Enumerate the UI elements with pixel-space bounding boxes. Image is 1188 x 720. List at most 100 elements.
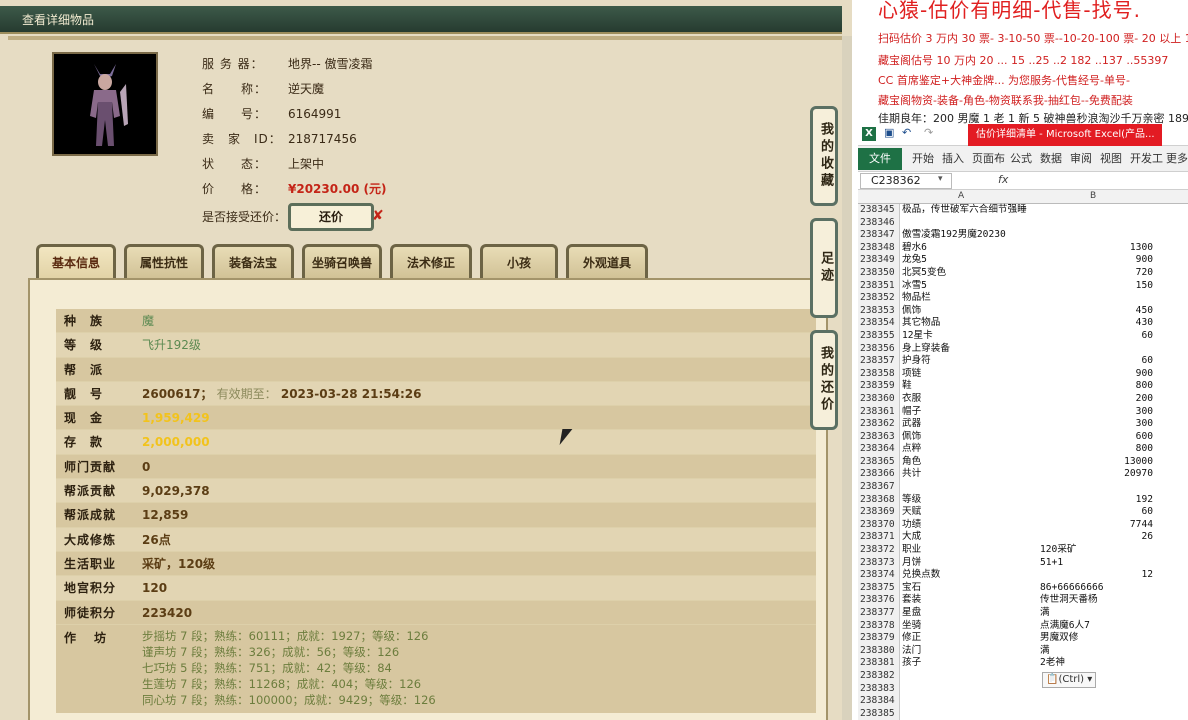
cell-b[interactable]: 300 (1038, 406, 1153, 419)
row-number[interactable]: 238348 (858, 241, 900, 255)
cell-a[interactable]: 帽子 (902, 406, 921, 419)
cell-a[interactable]: 法门 (902, 645, 921, 658)
tab-basic-info[interactable]: 基本信息 (36, 244, 116, 278)
cell-a[interactable]: 衣服 (902, 393, 921, 406)
cell-a[interactable]: 鞋 (902, 380, 912, 393)
cell-b[interactable]: 900 (1038, 368, 1153, 381)
row-number[interactable]: 238361 (858, 405, 900, 419)
cell-a[interactable]: 碧水6 (902, 242, 927, 255)
ribbon-tab-page-layout[interactable]: 页面布 (972, 148, 1005, 170)
row-number[interactable]: 238367 (858, 481, 900, 494)
cell-b[interactable]: 1300 (1038, 242, 1153, 255)
cell-b[interactable]: 男魔双修 (1040, 632, 1078, 645)
cell-b[interactable]: 满 (1040, 645, 1050, 658)
row-number[interactable]: 238356 (858, 342, 900, 356)
tab-equipment[interactable]: 装备法宝 (212, 244, 294, 278)
cell-b[interactable]: 600 (1038, 431, 1153, 444)
column-b-header[interactable]: B (1090, 191, 1096, 201)
cell-b[interactable]: 2老神 (1040, 657, 1065, 670)
scrollbar[interactable] (842, 36, 852, 720)
row-number[interactable]: 238373 (858, 556, 900, 570)
undo-icon[interactable]: ↶ (902, 126, 911, 139)
tab-mounts-summons[interactable]: 坐骑召唤兽 (302, 244, 382, 278)
cell-b[interactable]: 120采矿 (1040, 544, 1077, 557)
row-number[interactable]: 238380 (858, 644, 900, 658)
ribbon-tab-developer[interactable]: 开发工 (1130, 148, 1163, 170)
cell-a[interactable]: 宝石 (902, 582, 921, 595)
cell-a[interactable]: 共计 (902, 468, 921, 481)
cell-a[interactable]: 冰雪5 (902, 280, 927, 293)
cell-b[interactable]: 20970 (1038, 468, 1153, 481)
tab-appearance[interactable]: 外观道具 (566, 244, 648, 278)
row-number[interactable]: 238362 (858, 418, 900, 431)
cell-a[interactable]: 龙兔5 (902, 254, 927, 267)
cell-a[interactable]: 身上穿装备 (902, 343, 950, 356)
tab-children[interactable]: 小孩 (480, 244, 558, 278)
cell-b[interactable]: 430 (1038, 317, 1153, 330)
cell-a[interactable]: 项链 (902, 368, 921, 381)
cell-b[interactable]: 200 (1038, 393, 1153, 406)
row-number[interactable]: 238360 (858, 392, 900, 406)
footprint-button[interactable]: 足迹 (810, 218, 838, 318)
cell-b[interactable]: 450 (1038, 305, 1153, 318)
cell-a[interactable]: 角色 (902, 456, 921, 469)
row-number[interactable]: 238383 (858, 682, 900, 696)
row-number[interactable]: 238369 (858, 506, 900, 519)
row-number[interactable]: 238350 (858, 266, 900, 280)
row-number[interactable]: 238371 (858, 531, 900, 545)
cell-b[interactable]: 720 (1038, 267, 1153, 280)
row-number[interactable]: 238378 (858, 619, 900, 633)
close-icon[interactable]: ✘ (372, 208, 384, 224)
paste-options-button[interactable]: 📋(Ctrl) ▾ (1042, 672, 1096, 688)
cell-a[interactable]: 月饼 (902, 557, 921, 570)
cell-b[interactable]: 150 (1038, 280, 1153, 293)
row-number[interactable]: 238358 (858, 367, 900, 381)
row-number[interactable]: 238377 (858, 607, 900, 620)
fx-icon[interactable]: fx (998, 173, 1008, 186)
cell-a[interactable]: 星盘 (902, 607, 921, 620)
ribbon-tab-review[interactable]: 审阅 (1070, 148, 1092, 170)
cell-b[interactable]: 800 (1038, 443, 1153, 456)
cell-b[interactable]: 13000 (1038, 456, 1153, 469)
cell-b[interactable]: 7744 (1038, 519, 1153, 532)
row-number[interactable]: 238351 (858, 279, 900, 293)
row-number[interactable]: 238363 (858, 430, 900, 444)
row-number[interactable]: 238359 (858, 380, 900, 393)
row-number[interactable]: 238345 (858, 204, 900, 217)
row-number[interactable]: 238374 (858, 569, 900, 582)
cell-a[interactable]: 功绩 (902, 519, 921, 532)
file-tab[interactable]: 文件 (858, 148, 902, 170)
ribbon-tab-more[interactable]: 更多 (1166, 148, 1188, 170)
row-number[interactable]: 238370 (858, 518, 900, 532)
row-number[interactable]: 238349 (858, 254, 900, 267)
row-number[interactable]: 238364 (858, 443, 900, 456)
row-number[interactable]: 238385 (858, 707, 900, 720)
cell-b[interactable]: 60 (1038, 506, 1153, 519)
row-number[interactable]: 238368 (858, 493, 900, 507)
tab-spell-correction[interactable]: 法术修正 (390, 244, 472, 278)
haggle-button[interactable]: 还价 (288, 203, 374, 231)
row-number[interactable]: 238354 (858, 317, 900, 330)
cell-b[interactable]: 26 (1038, 531, 1153, 544)
row-number[interactable]: 238382 (858, 669, 900, 683)
ribbon-tab-view[interactable]: 视图 (1100, 148, 1122, 170)
tab-attributes[interactable]: 属性抗性 (124, 244, 204, 278)
row-number[interactable]: 238375 (858, 581, 900, 595)
cell-b[interactable]: 12 (1038, 569, 1153, 582)
row-number[interactable]: 238353 (858, 304, 900, 318)
cell-b[interactable]: 800 (1038, 380, 1153, 393)
cell-a[interactable]: 兑换点数 (902, 569, 940, 582)
cell-a[interactable]: 12星卡 (902, 330, 933, 343)
row-number[interactable]: 238352 (858, 292, 900, 305)
cell-a[interactable]: 傲雪凌霜192男魔20230 (902, 229, 1006, 242)
cell-b[interactable]: 51+1 (1040, 557, 1063, 570)
row-number[interactable]: 238365 (858, 455, 900, 469)
redo-icon[interactable]: ↷ (924, 126, 933, 139)
cell-b[interactable]: 192 (1038, 494, 1153, 507)
row-number[interactable]: 238376 (858, 594, 900, 607)
my-favorites-button[interactable]: 我的收藏 (810, 106, 838, 206)
cell-a[interactable]: 套装 (902, 594, 921, 607)
cell-a[interactable]: 极品，传世破军六合细节强睡 (902, 204, 1027, 217)
cell-b[interactable]: 传世洞天番杨 (1040, 594, 1098, 607)
column-a-header[interactable]: A (958, 191, 964, 201)
